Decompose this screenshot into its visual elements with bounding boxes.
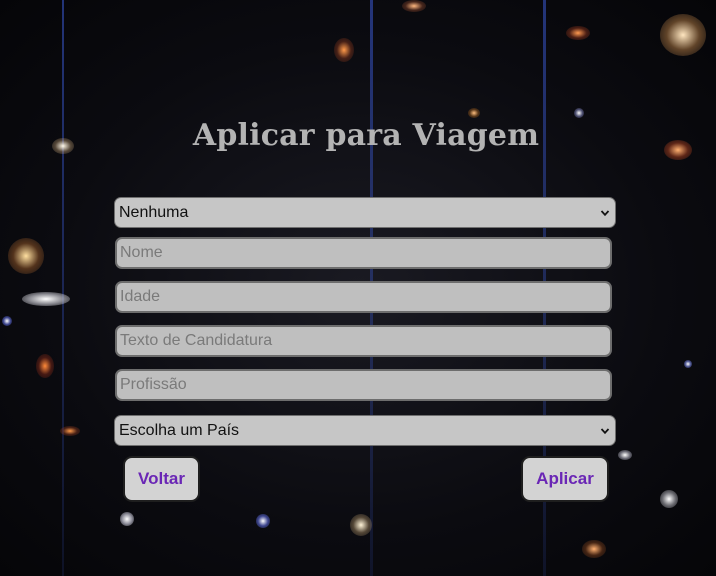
star	[660, 490, 678, 508]
star	[2, 316, 12, 326]
chevron-down-icon	[600, 427, 610, 434]
chevron-down-icon	[600, 209, 610, 216]
country-select[interactable]: Escolha um País	[114, 415, 616, 446]
galaxy	[8, 238, 44, 274]
age-field[interactable]	[115, 281, 612, 313]
galaxy	[566, 26, 590, 40]
star	[120, 512, 134, 526]
star	[256, 514, 270, 528]
star	[618, 450, 632, 460]
galaxy	[582, 540, 606, 558]
page-title: Aplicar para Viagem	[192, 118, 540, 153]
application-text-field[interactable]	[115, 325, 612, 357]
profession-input[interactable]	[120, 376, 607, 394]
name-input[interactable]	[120, 244, 607, 262]
galaxy	[402, 0, 426, 12]
age-input[interactable]	[120, 288, 607, 306]
galaxy	[60, 426, 80, 436]
back-button[interactable]: Voltar	[123, 456, 200, 502]
diffraction-spike	[62, 0, 64, 576]
country-select-value: Escolha um País	[119, 421, 240, 439]
destination-select-value: Nenhuma	[119, 203, 189, 221]
application-text-input[interactable]	[120, 332, 607, 350]
galaxy	[22, 292, 70, 306]
star	[574, 108, 584, 118]
galaxy	[334, 38, 354, 62]
galaxy	[350, 514, 372, 536]
galaxy	[36, 354, 54, 378]
galaxy	[660, 14, 706, 56]
star	[684, 360, 692, 368]
profession-field[interactable]	[115, 369, 612, 401]
destination-select[interactable]: Nenhuma	[114, 197, 616, 228]
name-field[interactable]	[115, 237, 612, 269]
apply-button[interactable]: Aplicar	[521, 456, 609, 502]
star	[468, 108, 480, 118]
